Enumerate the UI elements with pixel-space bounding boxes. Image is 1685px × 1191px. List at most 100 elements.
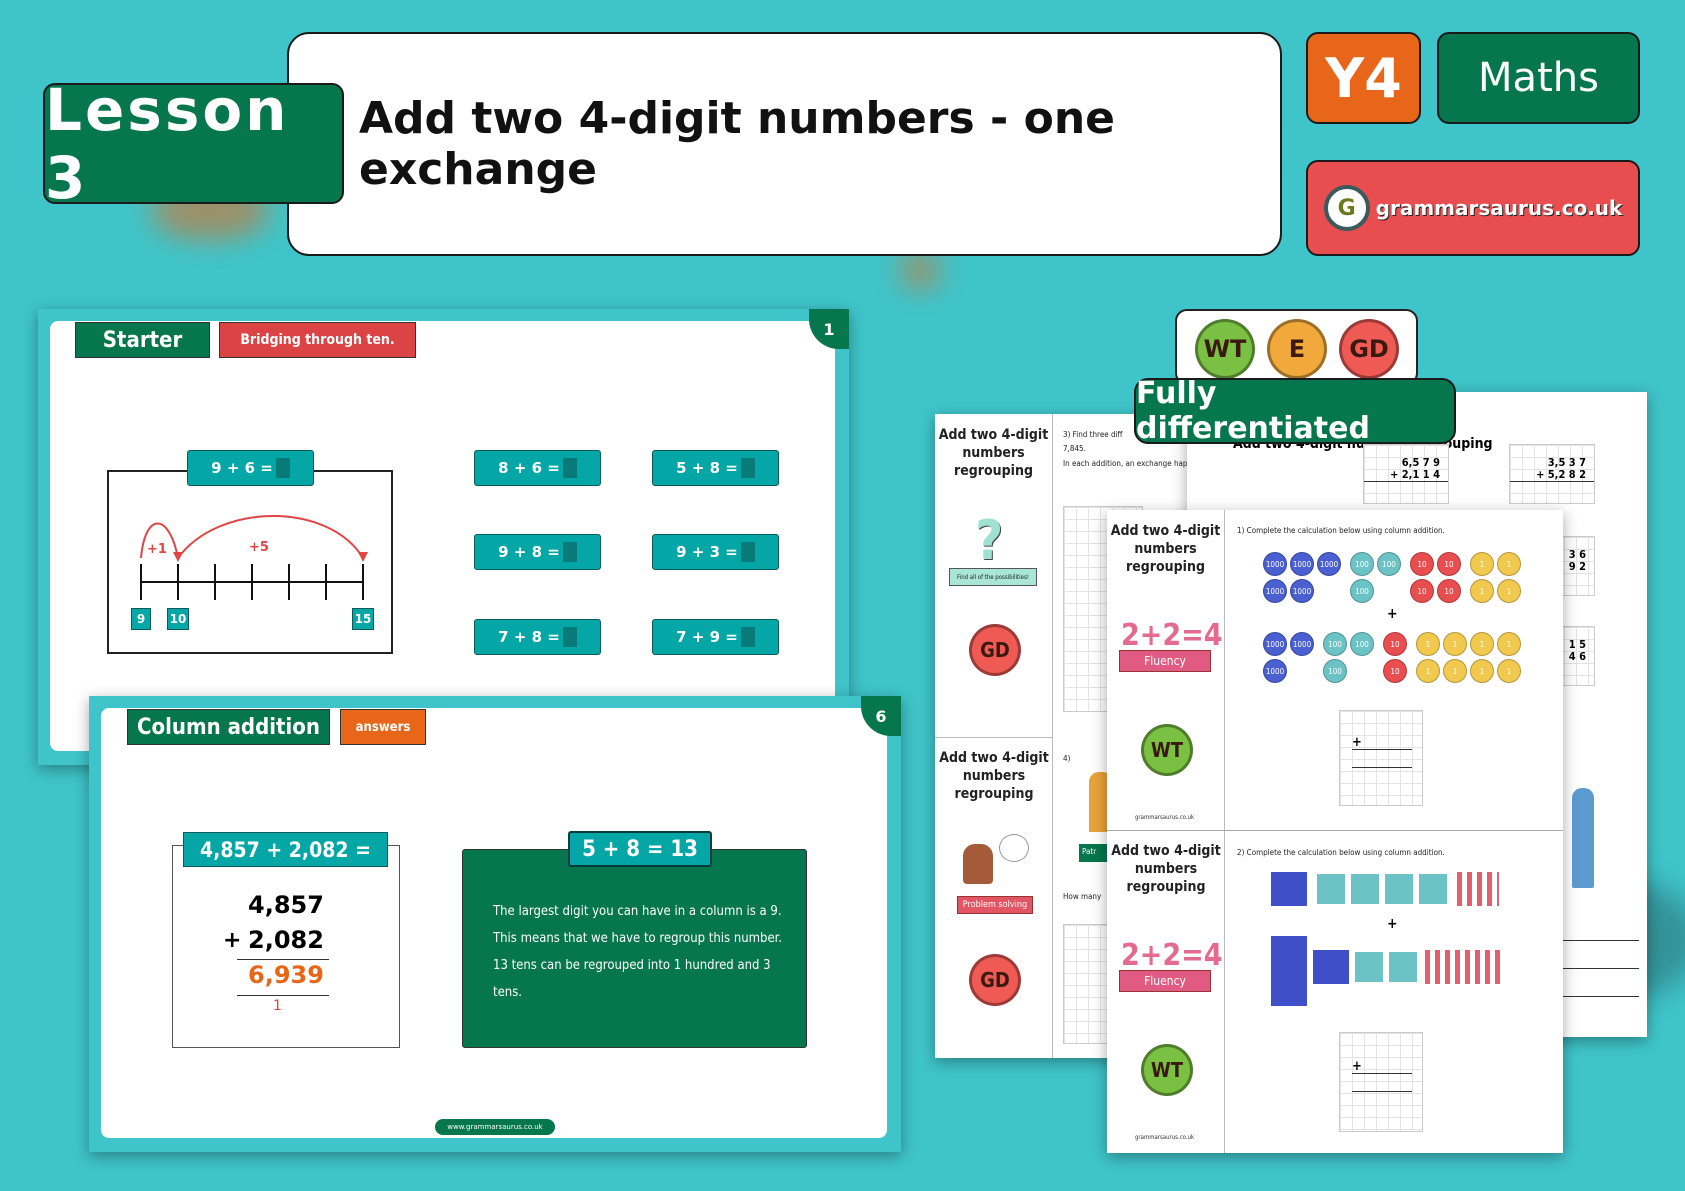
question-2: 2) Complete the calculation below using …: [1237, 848, 1445, 857]
counter-100: 100: [1350, 579, 1374, 603]
column-addition-slide[interactable]: 6 Column addition answers 4,857 + 2,082 …: [89, 696, 901, 1152]
counter-100: 100: [1323, 632, 1347, 656]
footer-link[interactable]: www.grammarsaurus.co.uk: [435, 1119, 555, 1135]
number-label: 15: [352, 608, 374, 630]
question-1: 1) Complete the calculation below using …: [1237, 526, 1445, 535]
question-equation: 5 + 8 =: [652, 450, 779, 486]
question-3: 3) Find three diff: [1063, 430, 1123, 439]
place-value-counters: 1000 1000 1000 1000 1000 100 100 100 10 10 10 10 1 1 1…: [1263, 552, 1533, 612]
problem-solving-label: Problem solving: [957, 896, 1033, 914]
place-value-counters: 1000 1000 1000 100 100 100 10 10 1 1 1 1 1 1 1 1: [1263, 632, 1533, 692]
counter-100: 100: [1350, 552, 1374, 576]
worksheet-title: Add two 4-digit numbers regrouping: [939, 750, 1049, 802]
counter-10: 10: [1437, 579, 1461, 603]
lesson-title: Add two 4-digit numbers - one exchange: [359, 93, 1115, 195]
sum-grid: 3,5 3 7 + 5,2 8 2: [1509, 444, 1595, 504]
sum-line: + 2,1 1 4: [1364, 469, 1448, 482]
subject-badge: Maths: [1437, 32, 1640, 124]
year-label: Y4: [1325, 46, 1402, 110]
question-equation: 9 + 8 =: [474, 534, 601, 570]
equation-text: 8 + 6 =: [498, 459, 560, 477]
jump-label: +1: [147, 542, 167, 557]
plus-sign: +: [1352, 735, 1362, 750]
subject-label: Maths: [1478, 55, 1599, 101]
thousand-block-icon: [1271, 872, 1307, 906]
counter-1: 1: [1470, 552, 1494, 576]
counter-10: 10: [1410, 552, 1434, 576]
worksheet-title: Add two 4-digit numbers regrouping: [1111, 843, 1221, 895]
slide-subtitle: Bridging through ten.: [219, 322, 416, 358]
wt-badge: WT: [1141, 1044, 1193, 1096]
fluency-label: Fluency: [1119, 970, 1211, 992]
gd-badge: GD: [969, 954, 1021, 1006]
slide-title: Starter: [75, 322, 210, 358]
question-mark-icon: ?: [975, 509, 1004, 572]
answer: 6,939: [248, 961, 324, 989]
fluency-art: 2+2=4: [1121, 618, 1223, 653]
slide-title: Column addition: [127, 709, 330, 745]
sum-line: + 5,2 8 2: [1510, 469, 1594, 482]
counter-1: 1: [1497, 632, 1521, 656]
question-4-text: How many: [1063, 892, 1102, 901]
counter-1: 1: [1443, 632, 1467, 656]
answer-box: [562, 542, 577, 562]
answer-box: [562, 458, 577, 478]
equation-text: 9 + 6 =: [211, 459, 273, 477]
column-sum-box: 4,857 + 2,082 6,939 1: [172, 845, 400, 1048]
lesson-title-box: Add two 4-digit numbers - one exchange: [287, 32, 1282, 256]
plus-sign: +: [1387, 916, 1398, 932]
counter-1000: 1000: [1263, 659, 1287, 683]
counter-100: 100: [1350, 632, 1374, 656]
counter-1000: 1000: [1263, 579, 1287, 603]
brand-link[interactable]: G grammarsaurus.co.uk: [1306, 160, 1640, 256]
fully-differentiated-banner: Fully differentiated: [1134, 376, 1456, 446]
gd-badge: GD: [969, 624, 1021, 676]
jump-arrow: [177, 515, 364, 559]
wt-badge: WT: [1141, 724, 1193, 776]
wt-badge: WT: [1195, 319, 1255, 379]
footer-text: grammarsaurus.co.uk: [1135, 1134, 1195, 1141]
answer-box: [740, 458, 755, 478]
counter-1: 1: [1470, 632, 1494, 656]
footer-text: grammarsaurus.co.uk: [1135, 814, 1195, 821]
plus-sign: +: [223, 928, 242, 953]
counter-100: 100: [1323, 659, 1347, 683]
worksheet-title: Add two 4-digit numbers regrouping: [938, 427, 1049, 479]
equation-text: 7 + 9 =: [676, 628, 738, 646]
number-line-box: +1 +5 9 10 15: [107, 470, 393, 654]
background-shape: [900, 250, 940, 290]
answer-grid: +: [1339, 1032, 1423, 1132]
counter-1: 1: [1470, 579, 1494, 603]
possibilities-label: Find all of the possibilities!: [949, 568, 1037, 586]
equation-text: 9 + 3 =: [676, 543, 738, 561]
counter-1: 1: [1497, 579, 1521, 603]
farmer-character-icon: [1572, 788, 1594, 888]
explanation-text: The largest digit you can have in a colu…: [493, 904, 782, 1000]
addend-1: 4,857: [248, 891, 324, 919]
counter-1000: 1000: [1290, 579, 1314, 603]
answer-box: [275, 458, 290, 478]
counter-1: 1: [1416, 632, 1440, 656]
counter-10: 10: [1383, 632, 1407, 656]
hundred-flats-icon: [1355, 952, 1419, 982]
answer-grid: +: [1339, 710, 1423, 806]
lesson-number-box: Lesson 3: [43, 76, 344, 212]
counter-1000: 1000: [1263, 552, 1287, 576]
thousand-block-icon: [1313, 950, 1349, 984]
counter-1000: 1000: [1290, 552, 1314, 576]
question-3-text: In each addition, an exchange hap: [1063, 459, 1188, 468]
number-label: 10: [167, 608, 189, 630]
worksheet-title: Add two 4-digit numbers regrouping: [1110, 523, 1221, 575]
worksheet-fluency[interactable]: Add two 4-digit numbers regrouping 2+2=4…: [1107, 510, 1563, 1153]
counter-1: 1: [1416, 659, 1440, 683]
plus-sign: +: [1352, 1059, 1362, 1074]
dinosaur-logo-icon: G: [1323, 185, 1370, 231]
jump-label: +5: [249, 540, 269, 555]
fluency-label: Fluency: [1119, 650, 1211, 672]
plus-sign: +: [1387, 606, 1398, 622]
answers-tag: answers: [340, 709, 426, 745]
equation-text: 7 + 8 =: [498, 628, 560, 646]
e-badge: E: [1267, 319, 1327, 379]
answer-box: [562, 627, 577, 647]
ten-rods-icon: [1425, 950, 1503, 984]
